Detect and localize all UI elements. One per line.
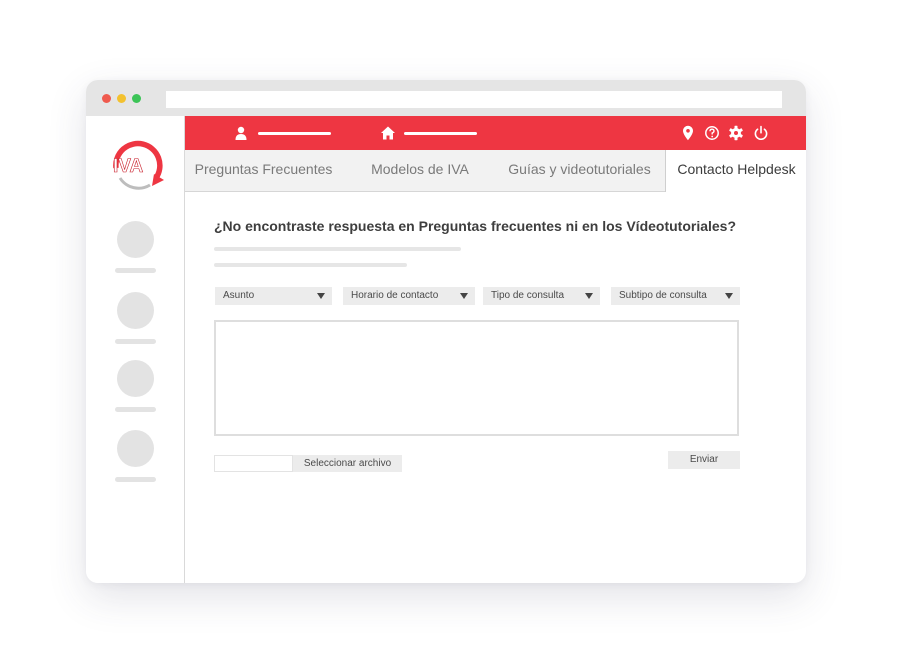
close-window-dot[interactable] xyxy=(102,94,111,103)
horario-contacto-select[interactable]: Horario de contacto xyxy=(343,287,475,305)
tipo-consulta-select[interactable]: Tipo de consulta xyxy=(483,287,600,305)
sidebar-nav-label-2 xyxy=(115,339,156,344)
send-button[interactable]: Enviar xyxy=(668,451,740,469)
chevron-down-icon xyxy=(460,293,468,299)
placeholder-text-line-2 xyxy=(214,263,407,267)
tab-contacto-helpdesk[interactable]: Contacto Helpdesk xyxy=(665,150,806,192)
power-icon[interactable] xyxy=(753,125,769,141)
home-icon[interactable] xyxy=(380,125,396,141)
file-name-field[interactable] xyxy=(214,455,293,472)
home-menu-line[interactable] xyxy=(404,132,477,135)
tipo-consulta-select-label: Tipo de consulta xyxy=(491,290,565,301)
tab-bar: Preguntas Frecuentes Modelos de IVA Guía… xyxy=(185,150,806,192)
logo-text: IVA xyxy=(113,156,144,177)
help-icon[interactable] xyxy=(704,125,720,141)
sidebar-nav-label-4 xyxy=(115,477,156,482)
browser-chrome xyxy=(86,80,806,116)
form-heading: ¿No encontraste respuesta en Preguntas f… xyxy=(214,218,737,234)
asunto-select[interactable]: Asunto xyxy=(215,287,332,305)
sidebar-nav-label-1 xyxy=(115,268,156,273)
location-pin-icon[interactable] xyxy=(680,125,696,141)
sidebar: IVA xyxy=(86,116,185,583)
user-menu-line[interactable] xyxy=(258,132,331,135)
iva-logo[interactable]: IVA xyxy=(110,138,166,190)
tab-modelos-de-iva[interactable]: Modelos de IVA xyxy=(355,150,485,191)
gear-icon[interactable] xyxy=(728,125,744,141)
select-file-button[interactable]: Seleccionar archivo xyxy=(293,455,402,472)
subtipo-consulta-select[interactable]: Subtipo de consulta xyxy=(611,287,740,305)
sidebar-nav-item-1[interactable] xyxy=(117,221,154,258)
message-textarea[interactable] xyxy=(214,320,739,436)
asunto-select-label: Asunto xyxy=(223,290,255,301)
placeholder-text-line-1 xyxy=(214,247,461,251)
sidebar-nav-label-3 xyxy=(115,407,156,412)
helpdesk-contact-panel: ¿No encontraste respuesta en Preguntas f… xyxy=(185,192,806,583)
subtipo-consulta-select-label: Subtipo de consulta xyxy=(619,290,707,301)
browser-window: IVA Preguntas Frecuentes Modelos de IVA … xyxy=(86,80,806,583)
sidebar-nav-item-4[interactable] xyxy=(117,430,154,467)
tab-preguntas-frecuentes[interactable]: Preguntas Frecuentes xyxy=(185,150,342,191)
sidebar-nav-item-2[interactable] xyxy=(117,292,154,329)
chevron-down-icon xyxy=(725,293,733,299)
address-bar[interactable] xyxy=(166,91,782,108)
top-bar xyxy=(185,116,806,150)
horario-contacto-select-label: Horario de contacto xyxy=(351,290,439,301)
chevron-down-icon xyxy=(317,293,325,299)
tab-guias-videotutoriales[interactable]: Guías y videotutoriales xyxy=(497,150,662,191)
user-icon[interactable] xyxy=(233,125,249,141)
maximize-window-dot[interactable] xyxy=(132,94,141,103)
chevron-down-icon xyxy=(585,293,593,299)
minimize-window-dot[interactable] xyxy=(117,94,126,103)
sidebar-nav-item-3[interactable] xyxy=(117,360,154,397)
